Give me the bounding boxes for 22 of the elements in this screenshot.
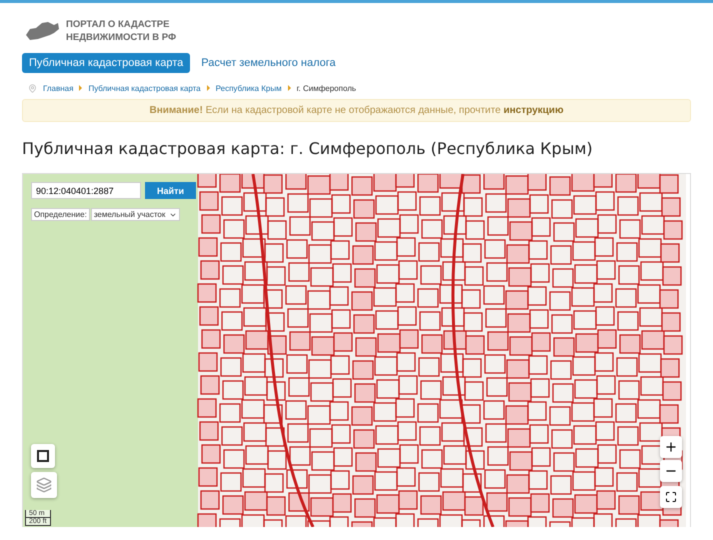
zoom-out-button[interactable] [660,460,682,482]
nav-tab[interactable]: Публичная кадастровая карта [22,53,190,73]
layers-icon [36,477,52,493]
zoom-in-button[interactable] [660,436,682,458]
breadcrumb-current: г. Симферополь [296,84,356,92]
site-title: ПОРТАЛ О КАДАСТРЕ НЕДВИЖИМОСТИ В РФ [66,18,176,44]
breadcrumb-link[interactable]: Республика Крым [216,84,282,92]
page-heading: Публичная кадастровая карта: г. Симферополь (Республика Крым) [22,139,594,158]
definition-select[interactable]: земельный участок [90,208,180,221]
russia-map-icon [24,19,60,43]
warning-alert: Внимание! Если на кадастровой карте не отображаются данные, прочтите инструкцию [22,99,691,122]
breadcrumb-link[interactable]: Главная [43,84,74,92]
plus-icon [664,440,678,454]
breadcrumb-link[interactable]: Публичная кадастровая карта [88,84,201,92]
nav-tab[interactable]: Расчет земельного налога [194,53,343,73]
fullscreen-icon [665,491,677,503]
find-button[interactable]: Найти [145,182,196,199]
cadastral-number-field[interactable]: 90:12:040401:2887 [31,182,141,199]
instruction-link[interactable]: инструкцию [503,105,564,116]
definition-label: Определение: [31,208,90,221]
fullscreen-button[interactable] [660,486,682,508]
location-pin-icon [28,84,37,92]
